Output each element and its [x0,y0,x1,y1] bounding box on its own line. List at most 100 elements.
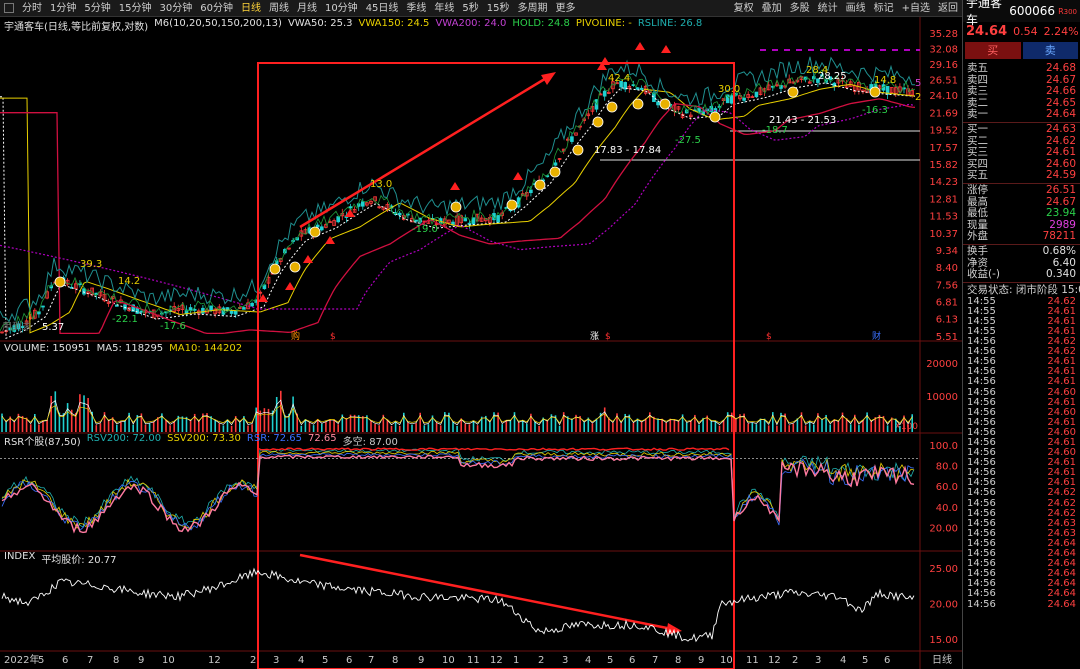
index-line [1,567,915,643]
quote-panel: 宇通客车 600066 R300 24.64 0.54 2.24% 买 卖 卖五… [962,0,1080,669]
candle [188,307,193,311]
candle [336,216,340,223]
price-axis-label: 12.81 [929,194,958,205]
candle [742,97,746,101]
tick-price: 24.64 [1047,588,1076,600]
chart-annotation: -18.7 [762,125,788,136]
tool-button[interactable]: +自选 [898,0,934,17]
rsr-axis-label: 100.0 [929,441,958,452]
period-tab[interactable]: 1分钟 [46,0,80,17]
bid-row-value: 24.63 [1045,122,1076,135]
volume-axis-label: 10000 [926,392,958,403]
ask-row[interactable]: 卖一 24.64 [963,109,1080,121]
period-tab[interactable]: 年线 [430,0,458,17]
tool-button[interactable]: 叠加 [758,0,786,17]
candle [471,217,476,225]
tool-button[interactable]: 复权 [730,0,758,17]
x-axis-label: 11 [467,655,480,666]
tick-time: 14:56 [967,598,996,610]
period-tab[interactable]: 周线 [265,0,293,17]
window-icon[interactable] [4,3,14,13]
signal-smile [269,263,281,275]
event-badge: $ [766,332,772,342]
ask-row-label: 卖五 [967,62,988,74]
volume-legend-ma10: MA10: 144202 [169,343,243,354]
ask-row-value: 24.64 [1045,108,1076,121]
period-tab[interactable]: 季线 [402,0,430,17]
period-tab[interactable]: 10分钟 [321,0,362,17]
volume-legend-ma5: MA5: 118295 [96,343,164,354]
period-tab[interactable]: 5分钟 [80,0,114,17]
candle [319,226,324,231]
tick-row: 14:56 24.64 [963,598,1080,610]
tool-button[interactable]: 多股 [786,0,814,17]
stat-row[interactable]: 最低 23.94 [963,208,1080,220]
rsr-legend-title: RSR个股(87,50) [4,437,81,448]
tool-button[interactable]: 标记 [870,0,898,17]
tick-list[interactable]: 14:55 24.62 14:55 24.61 14:55 24.61 14:55 24.61… [963,296,1080,610]
period-tab[interactable]: 45日线 [362,0,403,17]
candle [529,189,533,194]
bid-row-value: 24.59 [1045,169,1076,182]
candle [348,206,353,209]
period-tab[interactable]: 15秒 [483,0,514,17]
candle [242,307,246,310]
signal-smile [592,116,604,128]
stat-row[interactable]: 收益(-) 0.340 [963,268,1080,281]
stat-row-value: 26.51 [1045,183,1076,196]
stat-row[interactable]: 外盘 78211 [963,231,1080,243]
period-tab[interactable]: 5秒 [458,0,482,17]
bid-row[interactable]: 买三 24.61 [963,147,1080,159]
tool-button[interactable]: 返回 [934,0,962,17]
signal-smile [659,98,671,110]
x-axis-label: 6 [629,655,635,666]
chart-annotation: 14.8 [874,75,896,86]
ask-row[interactable]: 卖五 24.68 [963,62,1080,75]
sell-button[interactable]: 卖 [1022,42,1078,59]
candle [602,90,607,97]
signal-smile [606,101,618,113]
x-axis-label: 7 [652,655,658,666]
x-axis-label: 3 [562,655,568,666]
period-tab[interactable]: 60分钟 [196,0,237,17]
tool-button[interactable]: 画线 [842,0,870,17]
stat-row[interactable]: 涨停 26.51 [963,183,1080,197]
stat-row[interactable]: 换手 0.68% [963,245,1080,258]
main-legend-m6: M6(10,20,50,150,200,13) [154,18,282,29]
price-axis-label: 14.23 [929,177,958,188]
x-axis-label: 5 [607,655,613,666]
candle [229,310,234,314]
chart-annotation: 17.83 - 17.84 [594,145,661,156]
signal-triangle [450,182,460,190]
price-axis-label: 19.52 [929,126,958,137]
period-tab[interactable]: 分时 [18,0,46,17]
period-tab[interactable]: 月线 [293,0,321,17]
x-axis-label: 2 [792,655,798,666]
ask-row-label: 卖一 [967,108,988,121]
period-tab[interactable]: 30分钟 [155,0,196,17]
rsr-legend: RSR个股(87,50) RSV200: 72.00 SSV200: 73.30… [4,433,398,448]
tool-button[interactable]: 统计 [814,0,842,17]
bid-row-label: 买一 [967,122,988,135]
signal-triangle [661,45,671,53]
period-tab[interactable]: 更多 [552,0,580,17]
rsr-legend-rsr: RSR: 72.65 [246,433,303,444]
x-axis-label: 8 [113,655,119,666]
bid-row[interactable]: 买一 24.63 [963,122,1080,136]
period-tab[interactable]: 多周期 [514,0,552,17]
chart-annotation: 13.0 [370,179,392,190]
period-tab[interactable]: 15分钟 [115,0,156,17]
candle [250,302,254,307]
chart-annotation: 5 [915,78,921,89]
index-legend-title: INDEX [4,551,36,562]
x-axis-label: 3 [273,655,279,666]
candle [397,212,402,216]
bid-row[interactable]: 买五 24.59 [963,170,1080,182]
chart-annotation: -22.1 [112,314,138,325]
volume-ma10 [1,404,913,424]
price-axis-label: 26.51 [929,76,958,87]
buy-button[interactable]: 买 [965,42,1021,59]
price-axis-label: 7.56 [936,280,958,291]
period-tab[interactable]: 日线 [237,0,265,17]
chart-annotation: 39.3 [80,259,102,270]
